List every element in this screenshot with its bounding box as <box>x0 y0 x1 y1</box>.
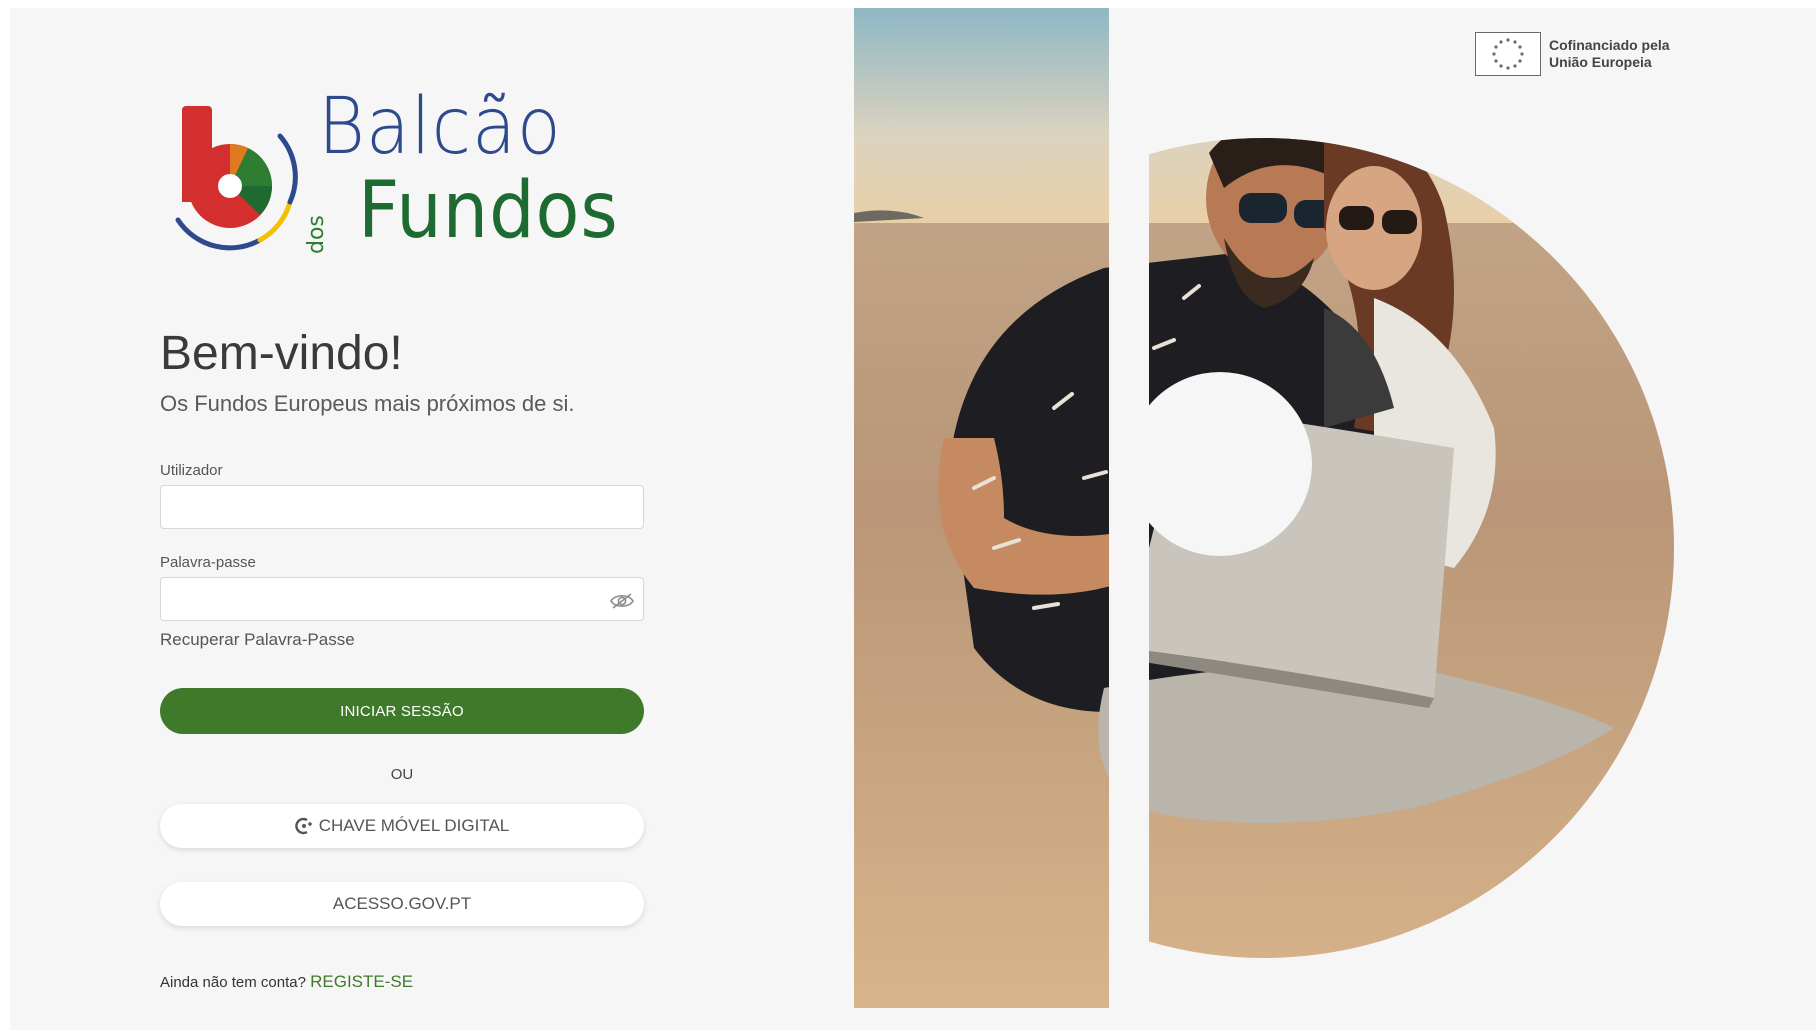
acesso-gov-button[interactable]: ACESSO.GOV.PT <box>160 882 644 926</box>
logo-text-balcao: Balcão <box>318 82 562 172</box>
eu-line-2: União Europeia <box>1549 54 1652 70</box>
login-page: Balcão dos Fundos Bem-vindo! Os Fundos E… <box>10 8 1816 1030</box>
chave-movel-digital-label: CHAVE MÓVEL DIGITAL <box>318 816 510 835</box>
eu-cofunding-badge: Cofinanciado pela União Europeia <box>1475 32 1689 76</box>
logo-text-fundos: Fundos <box>358 166 619 256</box>
login-button[interactable]: INICIAR SESSÃO <box>160 688 644 734</box>
eu-line-1: Cofinanciado pela <box>1549 36 1670 53</box>
welcome-title: Bem-vindo! <box>160 327 403 380</box>
logo-text-dos: dos <box>304 215 329 254</box>
password-label: Palavra-passe <box>160 554 256 571</box>
username-label: Utilizador <box>160 462 223 479</box>
password-visibility-toggle[interactable] <box>608 589 636 613</box>
hero-b-photo <box>854 8 1674 1008</box>
or-separator: OU <box>390 766 414 783</box>
register-link[interactable]: REGISTE-SE <box>310 972 413 991</box>
acesso-gov-label: ACESSO.GOV.PT <box>332 894 472 913</box>
register-prompt: Ainda não tem conta? <box>160 974 306 991</box>
logo-b-icon <box>175 106 298 251</box>
eu-flag-icon <box>1475 32 1541 76</box>
register-prompt-line: Ainda não tem conta? REGISTE-SE <box>160 972 413 992</box>
welcome-subtitle: Os Fundos Europeus mais próximos de si. <box>160 391 575 416</box>
eu-cofunding-text: Cofinanciado pela União Europeia <box>1549 37 1689 72</box>
password-input[interactable] <box>160 577 644 621</box>
chave-movel-digital-icon <box>294 817 312 835</box>
recover-password-link[interactable]: Recuperar Palavra-Passe <box>160 630 355 650</box>
balcao-dos-fundos-logo: Balcão dos Fundos <box>168 88 668 264</box>
eye-hidden-icon <box>610 593 634 609</box>
username-input[interactable] <box>160 485 644 529</box>
chave-movel-digital-button[interactable]: CHAVE MÓVEL DIGITAL <box>160 804 644 848</box>
